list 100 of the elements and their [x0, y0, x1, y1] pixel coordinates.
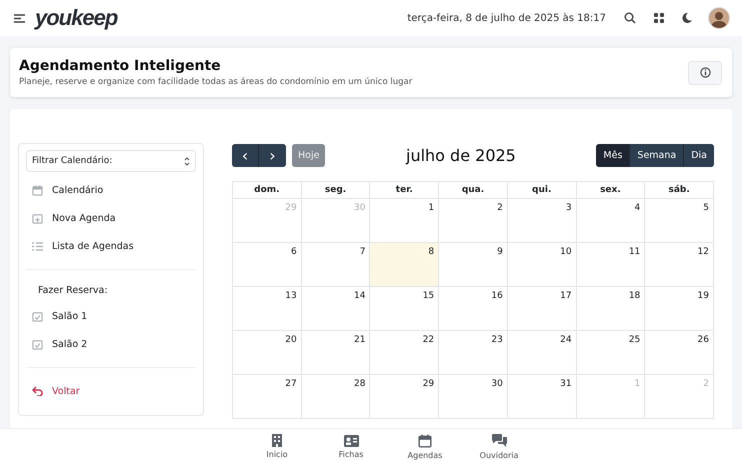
- info-button[interactable]: [688, 60, 722, 84]
- day-cell[interactable]: 3: [508, 199, 577, 243]
- nav-item[interactable]: Fichas: [314, 429, 388, 464]
- day-number: 23: [491, 335, 503, 345]
- view-tab[interactable]: Dia: [684, 144, 714, 166]
- day-cell[interactable]: 14: [302, 287, 370, 331]
- day-number: 29: [285, 203, 297, 213]
- day-number: 1: [634, 379, 640, 389]
- chat-icon: [492, 434, 506, 448]
- day-number: 13: [285, 291, 297, 301]
- day-cell[interactable]: 16: [439, 287, 508, 331]
- day-cell[interactable]: 27: [233, 375, 302, 419]
- day-number: 3: [566, 203, 572, 213]
- day-cell[interactable]: 10: [508, 243, 577, 287]
- info-icon: [700, 67, 710, 78]
- day-cell[interactable]: 22: [370, 331, 440, 375]
- day-cell[interactable]: 15: [370, 287, 440, 331]
- day-number: 19: [698, 291, 709, 301]
- date-time: terça-feira, 8 de julho de 2025 às 18:17: [407, 12, 606, 24]
- calendar-icon: [418, 434, 432, 448]
- id-card-icon: [344, 434, 358, 446]
- day-number: 6: [290, 247, 297, 257]
- day-number: 25: [628, 335, 640, 345]
- day-cell[interactable]: 18: [576, 287, 646, 331]
- day-number: 5: [703, 203, 709, 213]
- day-number: 26: [698, 335, 709, 345]
- next-button[interactable]: ›: [259, 144, 286, 166]
- day-cell[interactable]: 5: [645, 199, 714, 243]
- logo[interactable]: youkeep: [35, 5, 118, 31]
- day-number: 4: [634, 203, 640, 213]
- day-cell[interactable]: 25: [576, 331, 646, 375]
- calendar-plus-icon: [32, 212, 43, 224]
- filter-select[interactable]: Filtrar Calendário:: [26, 150, 196, 172]
- sidebar-item[interactable]: Salão 1: [26, 302, 196, 330]
- search-icon[interactable]: [624, 12, 636, 24]
- day-cell[interactable]: 21: [302, 331, 370, 375]
- sidebar-item[interactable]: Salão 2: [26, 330, 196, 358]
- day-number: 28: [354, 379, 366, 389]
- avatar[interactable]: [708, 7, 730, 29]
- day-number: 16: [491, 291, 503, 301]
- day-cell[interactable]: 31: [508, 375, 577, 419]
- menu-icon[interactable]: [14, 14, 25, 22]
- page-subtitle: Planeje, reserve e organize com facilidade todas as áreas do condomínio em um único lugar: [19, 77, 414, 87]
- chevron-updown-icon: [184, 156, 190, 166]
- day-number: 7: [360, 247, 366, 257]
- day-cell[interactable]: 11: [576, 243, 646, 287]
- day-cell[interactable]: 19: [645, 287, 714, 331]
- day-number: 2: [703, 379, 709, 389]
- day-cell[interactable]: 26: [645, 331, 714, 375]
- day-number: 27: [285, 379, 297, 389]
- back-link[interactable]: Voltar: [26, 377, 196, 405]
- sidebar-item[interactable]: Calendário: [26, 176, 196, 204]
- nav-item[interactable]: Ouvidoria: [462, 429, 536, 464]
- day-cell[interactable]: 30: [439, 375, 508, 419]
- day-cell[interactable]: 9: [439, 243, 508, 287]
- day-number: 8: [428, 247, 434, 257]
- list-icon: [32, 242, 43, 250]
- day-number: 17: [560, 291, 572, 301]
- day-number: 29: [422, 379, 434, 389]
- day-cell[interactable]: 7: [302, 243, 370, 287]
- nav-item[interactable]: Agendas: [388, 429, 462, 464]
- day-number: 24: [560, 335, 572, 345]
- day-number: 15: [422, 291, 434, 301]
- view-tab[interactable]: Semana: [630, 144, 684, 166]
- nav-item[interactable]: Inicio: [240, 429, 314, 464]
- page-title: Agendamento Inteligente: [19, 58, 222, 74]
- calendar-check-icon: [32, 310, 43, 322]
- day-cell[interactable]: 12: [645, 243, 714, 287]
- previous-button[interactable]: ‹: [232, 144, 259, 166]
- day-number: 2: [497, 203, 503, 213]
- day-cell[interactable]: 29: [370, 375, 440, 419]
- day-number: 30: [491, 379, 503, 389]
- view-tab[interactable]: Mês: [596, 144, 630, 166]
- day-number: 14: [354, 291, 366, 301]
- day-number: 11: [628, 247, 640, 257]
- day-cell[interactable]: 20: [233, 331, 302, 375]
- day-cell[interactable]: 8: [370, 243, 440, 287]
- day-cell[interactable]: 28: [302, 375, 370, 419]
- day-cell[interactable]: 24: [508, 331, 577, 375]
- calendar-icon: [32, 184, 43, 196]
- day-number: 18: [628, 291, 640, 301]
- day-cell[interactable]: 23: [439, 331, 508, 375]
- day-cell[interactable]: 13: [233, 287, 302, 331]
- sidebar-item[interactable]: Nova Agenda: [26, 204, 196, 232]
- day-number: 31: [560, 379, 572, 389]
- day-cell[interactable]: 17: [508, 287, 577, 331]
- day-number: 10: [560, 247, 572, 257]
- day-number: 1: [428, 203, 434, 213]
- day-cell[interactable]: 6: [233, 243, 302, 287]
- day-number: 21: [354, 335, 366, 345]
- day-number: 20: [285, 335, 297, 345]
- day-number: 9: [497, 247, 503, 257]
- building-icon: [271, 434, 283, 447]
- day-number: 30: [354, 203, 366, 213]
- day-cell[interactable]: 2: [439, 199, 508, 243]
- moon-icon[interactable]: [682, 13, 692, 23]
- day-cell[interactable]: 4: [576, 199, 646, 243]
- day-cell[interactable]: 1: [370, 199, 440, 243]
- sidebar-item[interactable]: Lista de Agendas: [26, 232, 196, 260]
- apps-icon[interactable]: [654, 13, 664, 23]
